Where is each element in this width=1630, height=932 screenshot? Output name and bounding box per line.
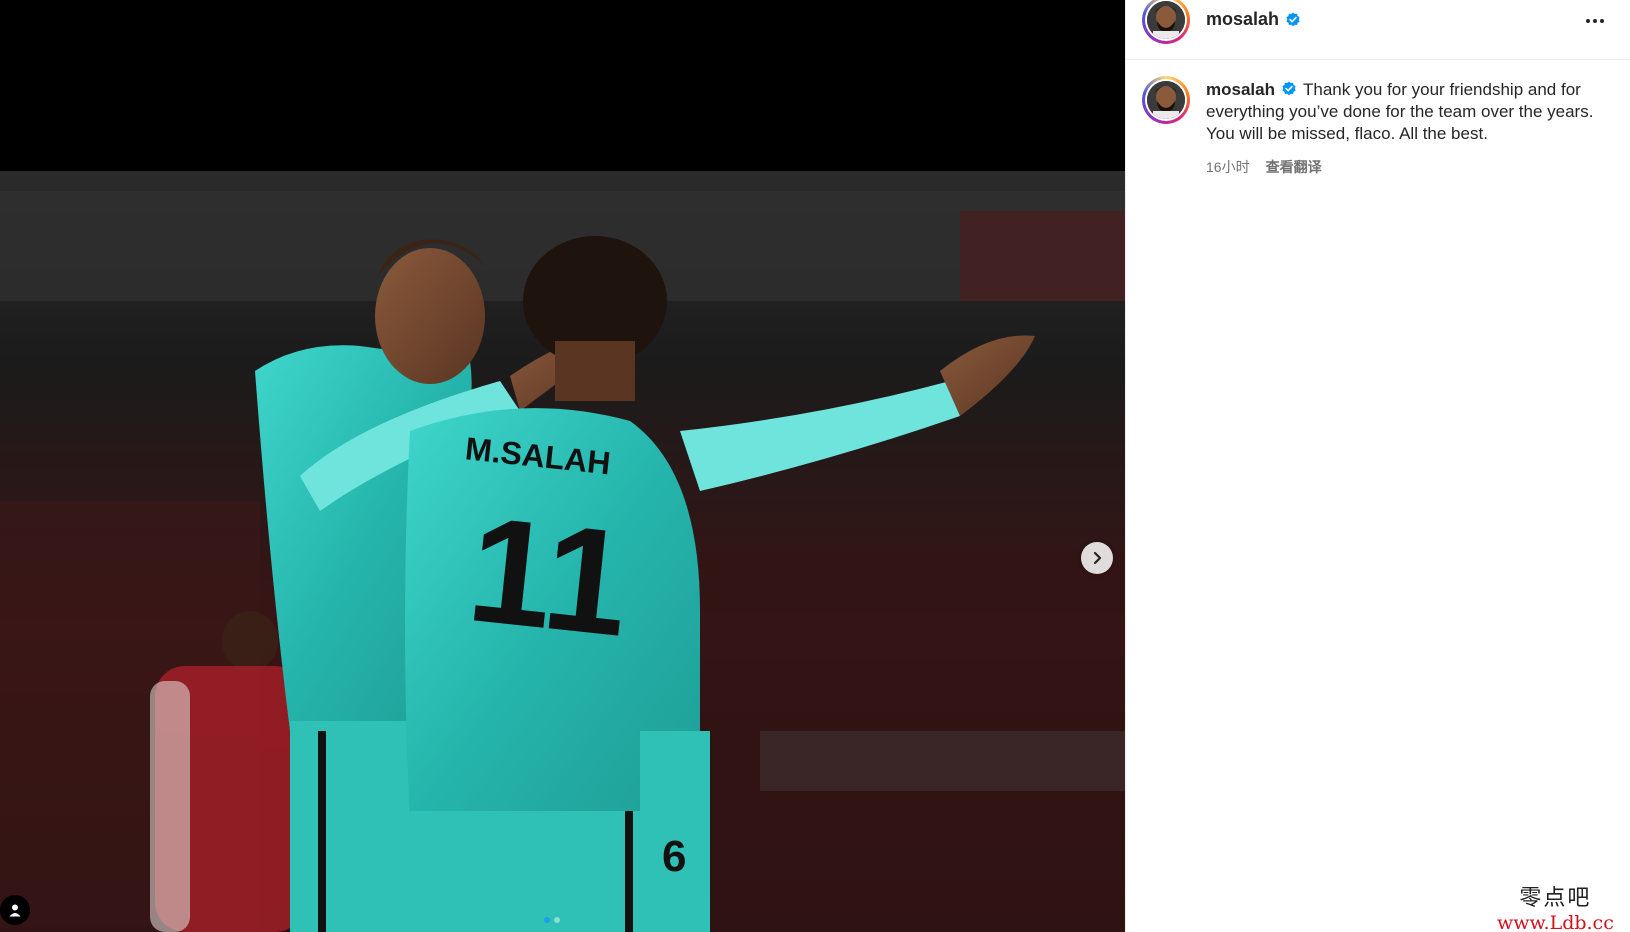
post-caption: mosalah Thank you for your friendship an… bbox=[1206, 79, 1611, 145]
post-photo: 6 M.SALAH 11 bbox=[0, 171, 1125, 932]
caption-avatar[interactable] bbox=[1142, 76, 1190, 124]
post-media[interactable]: 6 M.SALAH 11 bbox=[0, 0, 1125, 932]
chevron-right-icon bbox=[1093, 551, 1102, 565]
header-username[interactable]: mosalah bbox=[1206, 9, 1279, 30]
next-photo-button[interactable] bbox=[1081, 542, 1113, 574]
tagged-users-button[interactable] bbox=[0, 895, 30, 925]
more-options-icon bbox=[1586, 19, 1590, 23]
carousel-indicator bbox=[544, 917, 560, 923]
verified-badge-icon bbox=[1282, 81, 1296, 96]
carousel-dot bbox=[544, 917, 550, 923]
caption-meta: 16小时 查看翻译 bbox=[1206, 157, 1322, 177]
profile-photo bbox=[1147, 81, 1185, 119]
header-username-row: mosalah bbox=[1206, 9, 1301, 30]
post-timestamp[interactable]: 16小时 bbox=[1206, 157, 1250, 177]
profile-photo bbox=[1147, 1, 1185, 39]
site-watermark: 零点吧 www.Ldb.cc bbox=[1497, 880, 1614, 932]
watermark-cn: 零点吧 bbox=[1519, 886, 1592, 911]
watermark-url: www.Ldb.cc bbox=[1497, 912, 1614, 932]
more-options-button[interactable] bbox=[1580, 9, 1610, 33]
jersey-number: 11 bbox=[461, 484, 636, 668]
back-number-6: 6 bbox=[662, 832, 686, 881]
post-side-panel: mosalah mosalah Thank you for your frien… bbox=[1125, 0, 1630, 932]
avatar[interactable] bbox=[1142, 0, 1190, 44]
user-tag-icon bbox=[9, 904, 21, 917]
carousel-dot bbox=[554, 917, 560, 923]
see-translation-link[interactable]: 查看翻译 bbox=[1266, 157, 1322, 177]
caption-username[interactable]: mosalah bbox=[1206, 80, 1275, 99]
verified-badge-icon bbox=[1286, 12, 1300, 26]
post-header: mosalah bbox=[1126, 0, 1630, 60]
